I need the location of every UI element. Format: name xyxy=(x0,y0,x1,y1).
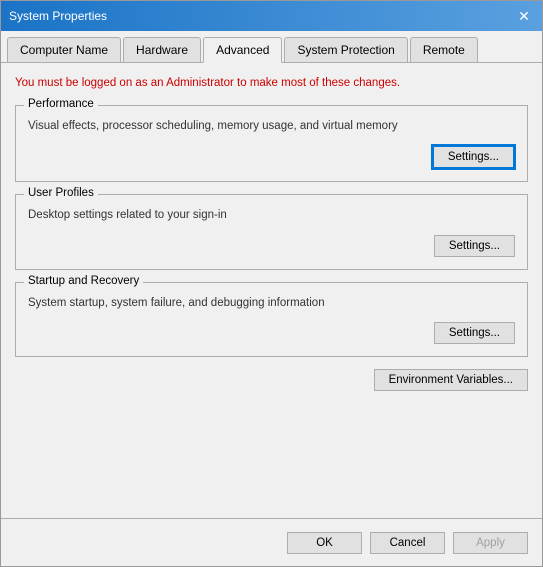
user-profiles-settings-button[interactable]: Settings... xyxy=(434,235,515,257)
user-profiles-group: User Profiles Desktop settings related t… xyxy=(15,194,528,269)
performance-settings-row: Settings... xyxy=(28,145,515,169)
performance-description: Visual effects, processor scheduling, me… xyxy=(28,118,515,135)
tab-remote[interactable]: Remote xyxy=(410,37,478,62)
bottom-bar: OK Cancel Apply xyxy=(1,518,542,566)
tab-computer-name[interactable]: Computer Name xyxy=(7,37,121,62)
tab-hardware[interactable]: Hardware xyxy=(123,37,201,62)
system-properties-window: System Properties ✕ Computer Name Hardwa… xyxy=(0,0,543,567)
tab-system-protection[interactable]: System Protection xyxy=(284,37,407,62)
window-title: System Properties xyxy=(9,9,107,23)
performance-content: Visual effects, processor scheduling, me… xyxy=(28,114,515,169)
apply-button[interactable]: Apply xyxy=(453,532,528,554)
startup-recovery-settings-row: Settings... xyxy=(28,322,515,344)
cancel-button[interactable]: Cancel xyxy=(370,532,445,554)
environment-variables-button[interactable]: Environment Variables... xyxy=(374,369,528,391)
user-profiles-content: Desktop settings related to your sign-in… xyxy=(28,203,515,256)
title-bar: System Properties ✕ xyxy=(1,1,542,31)
startup-recovery-group: Startup and Recovery System startup, sys… xyxy=(15,282,528,357)
startup-recovery-content: System startup, system failure, and debu… xyxy=(28,291,515,344)
tab-advanced[interactable]: Advanced xyxy=(203,37,282,63)
performance-legend: Performance xyxy=(24,98,98,110)
ok-button[interactable]: OK xyxy=(287,532,362,554)
user-profiles-settings-row: Settings... xyxy=(28,235,515,257)
tabs-container: Computer Name Hardware Advanced System P… xyxy=(1,31,542,63)
startup-recovery-description: System startup, system failure, and debu… xyxy=(28,295,515,312)
startup-recovery-legend: Startup and Recovery xyxy=(24,275,143,287)
close-button[interactable]: ✕ xyxy=(514,6,534,26)
performance-group: Performance Visual effects, processor sc… xyxy=(15,105,528,182)
env-vars-row: Environment Variables... xyxy=(15,369,528,391)
performance-settings-button[interactable]: Settings... xyxy=(432,145,515,169)
content-area: You must be logged on as an Administrato… xyxy=(1,63,542,518)
admin-notice: You must be logged on as an Administrato… xyxy=(15,75,528,91)
user-profiles-legend: User Profiles xyxy=(24,187,98,199)
user-profiles-description: Desktop settings related to your sign-in xyxy=(28,207,515,224)
startup-recovery-settings-button[interactable]: Settings... xyxy=(434,322,515,344)
